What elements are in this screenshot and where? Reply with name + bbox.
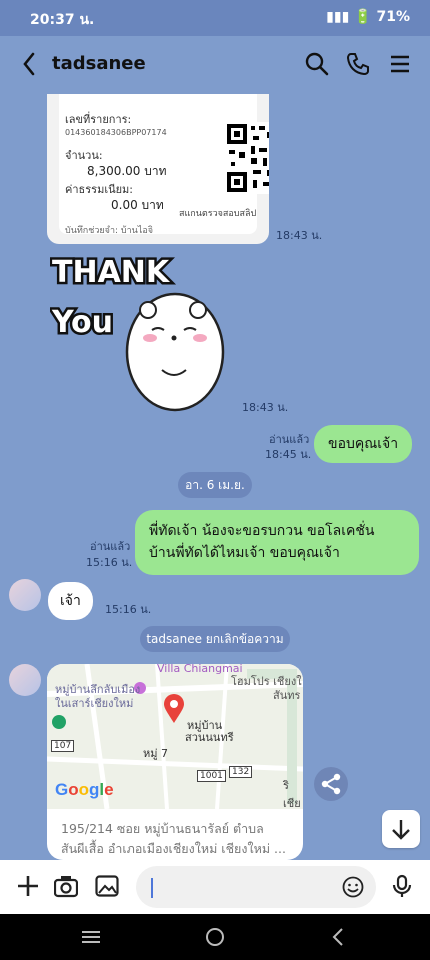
call-icon[interactable]: [345, 51, 371, 77]
address-line: 195/214 ซอย หมู่บ้านธนารัลย์ ตำบล: [61, 821, 264, 836]
message-input[interactable]: [136, 866, 376, 908]
receipt-scan-label: สแกนตรวจสอบสลิป: [179, 209, 257, 219]
map-label: สันทร: [273, 689, 301, 702]
message-time: 15:16 น.: [105, 603, 152, 616]
message-time: 18:45 น.: [265, 448, 312, 461]
text-caret: [151, 878, 153, 898]
emoji-icon[interactable]: [342, 876, 364, 898]
battery-percent: 71%: [376, 9, 410, 25]
map-label: สวนนนทรี: [185, 731, 234, 744]
map-label: ในเสาร์เชียงใหม่: [55, 697, 134, 710]
road-marker: 107: [51, 740, 75, 752]
date-divider: อา. 6 เม.ย.: [178, 472, 252, 498]
system-notice: tadsanee ยกเลิกข้อความ: [140, 626, 290, 652]
location-pin-icon: [164, 694, 184, 723]
receipt-fee-value: 0.00 บาท: [111, 198, 164, 212]
message-bubble[interactable]: พี่ทัดเจ้า น้องจะขอรบกวน ขอโลเคชั่น บ้าน…: [135, 510, 419, 575]
back-icon[interactable]: [18, 50, 42, 78]
location-card[interactable]: Villa Chiangmai หมู่บ้านลึกลับเมือง ในเส…: [47, 664, 303, 860]
back-nav-icon[interactable]: [328, 926, 350, 948]
contact-name[interactable]: tadsanee: [52, 53, 146, 74]
recent-apps-icon[interactable]: [80, 926, 102, 948]
map-label: หมู่ 7: [143, 747, 168, 760]
message-bubble[interactable]: เจ้า: [48, 582, 93, 620]
system-nav-bar: [0, 914, 430, 960]
battery-icon: 🔋: [354, 9, 372, 25]
google-logo: Google: [55, 780, 114, 799]
road-marker: 132: [229, 766, 253, 778]
receipt-image[interactable]: เลขที่รายการ: 014360184306BPP07174 จำนวน…: [47, 94, 269, 244]
map-label: Villa Chiangmai: [157, 664, 243, 675]
map-image: Villa Chiangmai หมู่บ้านลึกลับเมือง ในเส…: [47, 664, 303, 810]
location-address: 195/214 ซอย หมู่บ้านธนารัลย์ ตำบล สันผีเ…: [61, 819, 297, 859]
sticker-text-line1: THANK: [52, 255, 171, 290]
status-right: ▮▮▮ 🔋 71%: [326, 9, 410, 25]
avatar[interactable]: [9, 664, 41, 696]
menu-icon[interactable]: [387, 51, 413, 77]
map-label: ริเชีย: [283, 779, 301, 810]
microphone-icon[interactable]: [390, 874, 414, 898]
camera-icon[interactable]: [54, 874, 78, 898]
receipt-amount-value: 8,300.00 บาท: [87, 164, 167, 178]
receipt-ref-value: 014360184306BPP07174: [65, 128, 167, 137]
plus-icon[interactable]: [16, 874, 40, 898]
message-time: 15:16 น.: [86, 556, 133, 569]
receipt-ref-label: เลขที่รายการ:: [65, 113, 132, 126]
home-icon[interactable]: [204, 926, 226, 948]
scroll-down-icon[interactable]: [382, 810, 420, 848]
message-time: 18:43 น.: [242, 401, 289, 414]
share-icon[interactable]: [314, 767, 348, 801]
address-line: สันผีเสื้อ อำเภอเมืองเชียงใหม่ เชียงใหม่…: [61, 841, 286, 856]
search-icon[interactable]: [304, 51, 330, 77]
status-bar: 20:37 น. ▮▮▮ 🔋 71%: [0, 0, 430, 36]
sticker-text-line2: You: [51, 305, 113, 340]
qr-code: [225, 122, 269, 194]
road-marker: 1001: [197, 770, 226, 782]
message-bubble[interactable]: ขอบคุณเจ้า: [314, 425, 413, 464]
thank-you-sticker[interactable]: THANK You: [50, 252, 230, 412]
avatar[interactable]: [9, 579, 41, 611]
image-icon[interactable]: [95, 874, 119, 898]
message-composer: [0, 860, 430, 914]
status-time: 20:37 น.: [30, 12, 95, 28]
message-line: พี่ทัดเจ้า น้องจะขอรบกวน ขอโลเคชั่น: [149, 523, 375, 539]
chat-header: tadsanee: [0, 36, 430, 94]
receipt-note: บันทึกช่วยจำ: บ้านไอจิ: [65, 226, 154, 236]
message-line: บ้านพี่ทัดได้ไหมเจ้า ขอบคุณเจ้า: [149, 545, 340, 562]
message-time: 18:43 น.: [276, 229, 323, 242]
signal-icon: ▮▮▮: [326, 9, 350, 25]
